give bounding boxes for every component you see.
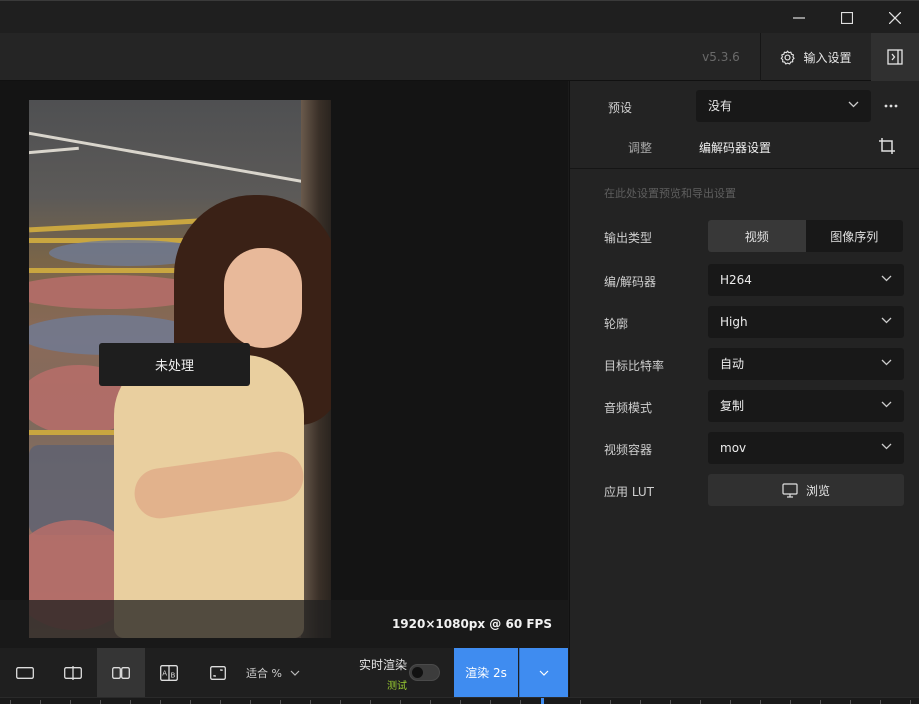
output-type-label: 输出类型 — [604, 231, 653, 245]
fullscreen-icon — [210, 665, 226, 680]
output-type-segmented: 视频 图像序列 — [708, 220, 903, 252]
split-view-button[interactable] — [49, 648, 97, 697]
bitrate-label: 目标比特率 — [604, 359, 665, 373]
audio-mode-value: 复制 — [720, 399, 745, 413]
header-divider — [760, 33, 761, 81]
chevron-down-icon — [539, 670, 549, 676]
output-type-image-sequence[interactable]: 图像序列 — [806, 220, 904, 252]
tab-adjust[interactable]: 调整 — [628, 139, 652, 156]
resolution-label: 1920×1080px @ 60 FPS — [391, 617, 552, 631]
chevron-down-icon — [881, 317, 892, 324]
ab-compare-button[interactable]: AB — [145, 648, 193, 697]
version-label: v5.3.6 — [702, 50, 740, 64]
chevron-down-icon — [881, 401, 892, 408]
profile-select[interactable]: High — [708, 306, 904, 338]
chevron-down-icon — [290, 670, 300, 676]
minimize-icon — [793, 16, 805, 19]
output-type-video[interactable]: 视频 — [708, 220, 806, 252]
render-button[interactable]: 渲染 2s — [454, 648, 518, 697]
codec-label: 编/解码器 — [604, 275, 657, 289]
preview-area: 未处理 1920×1080px @ 60 FPS — [0, 81, 568, 648]
svg-text:B: B — [171, 671, 176, 679]
realtime-render-toggle[interactable] — [409, 664, 440, 681]
tab-codec-settings[interactable]: 编解码器设置 — [699, 139, 771, 156]
svg-text:A: A — [162, 669, 167, 677]
close-button[interactable] — [871, 1, 919, 34]
more-icon — [884, 104, 898, 108]
gear-icon — [781, 50, 796, 65]
single-view-icon — [16, 666, 34, 679]
ab-compare-icon: AB — [160, 664, 178, 681]
side-by-side-icon — [112, 666, 130, 679]
maximize-button[interactable] — [823, 1, 871, 34]
realtime-render-label: 实时渲染 测试 — [343, 656, 407, 692]
settings-panel: 预设 没有 调整 编解码器设置 在此处设置预览和导出设置 输出类型 视频 图像序… — [569, 81, 919, 697]
crop-icon — [879, 138, 895, 154]
preset-value: 没有 — [708, 99, 733, 113]
chevron-down-icon — [881, 443, 892, 450]
preset-select[interactable]: 没有 — [696, 90, 871, 122]
browse-label: 浏览 — [805, 483, 830, 498]
audio-mode-label: 音频模式 — [604, 401, 653, 415]
render-options-button[interactable] — [519, 648, 568, 697]
input-settings-label: 输入设置 — [803, 50, 852, 65]
panel-divider — [570, 168, 919, 169]
fullscreen-button[interactable] — [194, 648, 242, 697]
timeline-ruler[interactable] — [0, 697, 919, 704]
zoom-fit-label: 适合 % — [246, 666, 282, 680]
container-select[interactable]: mov — [708, 432, 904, 464]
maximize-icon — [841, 11, 853, 24]
bitrate-select[interactable]: 自动 — [708, 348, 904, 380]
minimize-button[interactable] — [775, 1, 823, 34]
unprocessed-badge: 未处理 — [99, 343, 250, 386]
realtime-render-title: 实时渲染 — [358, 658, 407, 672]
panel-toggle-icon — [887, 49, 903, 65]
realtime-render-sub: 测试 — [387, 681, 407, 692]
container-label: 视频容器 — [604, 443, 653, 457]
app-header: v5.3.6 输入设置 — [0, 33, 919, 81]
crop-button[interactable] — [878, 137, 896, 158]
bitrate-value: 自动 — [720, 357, 745, 371]
title-bar — [0, 0, 919, 33]
split-view-icon — [64, 665, 82, 680]
panel-toggle-button[interactable] — [871, 33, 919, 81]
monitor-icon — [782, 482, 798, 498]
chevron-down-icon — [881, 275, 892, 282]
lut-label: 应用 LUT — [604, 485, 655, 499]
side-by-side-button[interactable] — [97, 648, 145, 697]
settings-hint: 在此处设置预览和导出设置 — [604, 187, 736, 200]
codec-value: H264 — [720, 273, 752, 287]
close-icon — [889, 11, 901, 24]
browse-lut-button[interactable]: 浏览 — [708, 474, 904, 506]
container-value: mov — [720, 441, 747, 455]
input-settings-button[interactable]: 输入设置 — [762, 33, 870, 81]
chevron-down-icon — [848, 101, 859, 108]
audio-mode-select[interactable]: 复制 — [708, 390, 904, 422]
profile-value: High — [720, 315, 748, 329]
timeline-playhead[interactable] — [541, 698, 544, 704]
preset-label: 预设 — [608, 101, 633, 115]
zoom-fit-dropdown[interactable]: 适合 % — [246, 648, 300, 697]
codec-select[interactable]: H264 — [708, 264, 904, 296]
single-view-button[interactable] — [1, 648, 49, 697]
profile-label: 轮廓 — [604, 317, 629, 331]
chevron-down-icon — [881, 359, 892, 366]
more-options-button[interactable] — [880, 90, 902, 122]
